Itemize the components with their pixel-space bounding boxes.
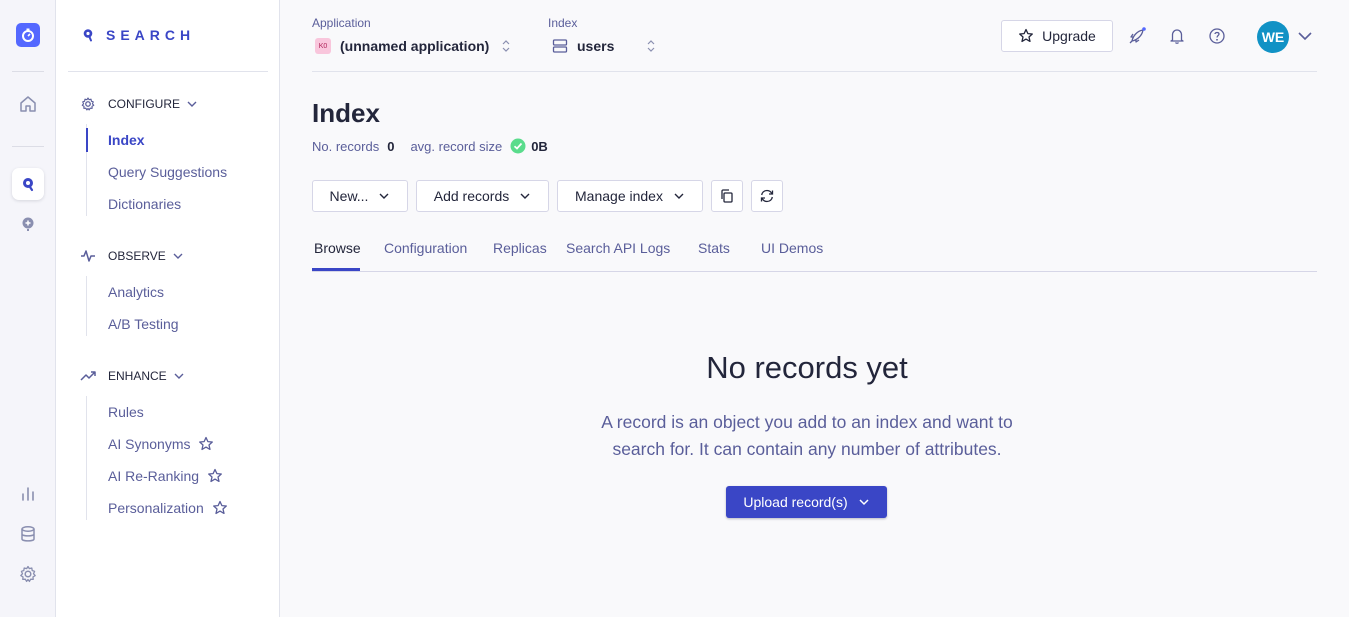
tab-browse[interactable]: Browse <box>314 240 361 256</box>
rail-divider <box>12 71 44 72</box>
tab-ui-demos[interactable]: UI Demos <box>761 240 823 256</box>
trend-icon <box>80 368 96 384</box>
star-icon <box>1019 28 1034 43</box>
sidebar-divider <box>68 71 268 72</box>
main-content: Application K0 (unnamed application) Ind… <box>280 0 1349 617</box>
sidebar-item-index[interactable]: Index <box>108 132 145 148</box>
refresh-button[interactable] <box>751 180 783 212</box>
nav-guide-line <box>86 276 87 336</box>
section-title: ENHANCE <box>108 369 167 383</box>
secondary-sidebar: SEARCH CONFIGURE Index Query Suggestions… <box>56 0 280 617</box>
search-brand-icon <box>83 29 93 42</box>
settings-icon[interactable] <box>16 562 40 586</box>
application-label: Application <box>312 16 371 30</box>
empty-state-description: A record is an object you add to an inde… <box>601 412 1013 459</box>
sidebar-item-query-suggestions[interactable]: Query Suggestions <box>108 164 227 180</box>
avatar[interactable]: WE <box>1257 21 1289 53</box>
check-circle-icon <box>510 138 526 154</box>
pulse-icon <box>80 248 96 264</box>
copy-icon <box>721 189 733 203</box>
header-divider <box>312 71 1317 72</box>
tab-configuration[interactable]: Configuration <box>384 240 467 256</box>
application-name: (unnamed application) <box>340 38 490 54</box>
chevron-down-icon <box>520 193 530 199</box>
section-enhance[interactable]: ENHANCE <box>80 368 185 384</box>
updown-chevron-icon <box>501 38 511 54</box>
manage-index-button[interactable]: Manage index <box>557 180 703 212</box>
record-size-label: avg. record size <box>410 138 503 154</box>
search-product-icon[interactable] <box>12 168 44 200</box>
tab-search-api-logs[interactable]: Search API Logs <box>566 240 670 256</box>
new-label: New... <box>329 188 369 204</box>
sidebar-item-personalization[interactable]: Personalization <box>108 500 228 516</box>
updown-chevron-icon <box>646 38 656 54</box>
records-label: No. records <box>312 138 380 154</box>
add-records-label: Add records <box>433 188 510 204</box>
copy-button[interactable] <box>711 180 743 212</box>
index-selector[interactable]: users <box>552 38 656 54</box>
index-name: users <box>577 38 615 54</box>
upload-label: Upload record(s) <box>743 494 848 510</box>
chevron-down-icon <box>859 499 869 506</box>
upload-records-button[interactable]: Upload record(s) <box>726 486 887 518</box>
section-title: CONFIGURE <box>108 97 180 111</box>
section-title: OBSERVE <box>108 249 166 263</box>
manage-index-label: Manage index <box>575 188 663 204</box>
chevron-down-icon <box>173 370 185 382</box>
new-button[interactable]: New... <box>312 180 408 212</box>
rail-divider <box>12 146 44 147</box>
sidebar-item-label: Personalization <box>108 500 204 516</box>
chevron-down-icon <box>379 193 389 199</box>
empty-state-title: No records yet <box>706 350 908 385</box>
brand-name: SEARCH <box>106 27 196 43</box>
section-observe[interactable]: OBSERVE <box>80 248 184 264</box>
help-icon[interactable] <box>1207 26 1227 46</box>
sidebar-item-label: AI Synonyms <box>108 436 191 452</box>
sidebar-item-ai-synonyms[interactable]: AI Synonyms <box>108 436 214 452</box>
star-icon <box>207 468 223 484</box>
sidebar-item-ab-testing[interactable]: A/B Testing <box>108 316 179 332</box>
left-rail <box>0 0 56 617</box>
app-logo-icon[interactable] <box>16 23 40 47</box>
recommend-icon[interactable] <box>16 212 40 236</box>
index-tabs: Browse Configuration Replicas Search API… <box>312 240 1317 272</box>
sidebar-item-rules[interactable]: Rules <box>108 404 144 420</box>
active-tab-indicator <box>312 268 360 271</box>
chevron-down-icon[interactable] <box>1297 29 1313 48</box>
record-size-value: 0B <box>531 138 548 154</box>
records-value: 0 <box>387 138 395 154</box>
add-records-button[interactable]: Add records <box>416 180 549 212</box>
application-selector[interactable]: K0 (unnamed application) <box>315 38 511 54</box>
page-title: Index <box>312 98 380 128</box>
brand[interactable]: SEARCH <box>82 27 195 43</box>
gear-icon <box>80 96 96 112</box>
refresh-icon <box>760 189 774 203</box>
sidebar-item-ai-re-ranking[interactable]: AI Re-Ranking <box>108 468 223 484</box>
sidebar-item-label: AI Re-Ranking <box>108 468 200 484</box>
chevron-down-icon <box>172 250 184 262</box>
data-sources-icon[interactable] <box>16 522 40 546</box>
tab-stats[interactable]: Stats <box>698 240 730 256</box>
chevron-down-icon <box>186 98 198 110</box>
active-indicator <box>86 128 88 152</box>
index-stats: No. records 0 avg. record size 0B <box>312 138 548 154</box>
star-icon <box>212 500 228 516</box>
section-configure[interactable]: CONFIGURE <box>80 96 198 112</box>
home-icon[interactable] <box>16 92 40 116</box>
application-badge: K0 <box>315 38 331 54</box>
tab-replicas[interactable]: Replicas <box>493 240 547 256</box>
sidebar-item-dictionaries[interactable]: Dictionaries <box>108 196 181 212</box>
upgrade-button[interactable]: Upgrade <box>1001 20 1113 52</box>
index-label: Index <box>548 16 578 30</box>
star-icon <box>198 436 214 452</box>
rocket-icon[interactable] <box>1127 26 1147 46</box>
upgrade-label: Upgrade <box>1042 28 1096 44</box>
server-icon <box>552 38 568 54</box>
analytics-icon[interactable] <box>16 482 40 506</box>
nav-guide-line <box>86 396 87 520</box>
chevron-down-icon <box>674 193 684 199</box>
sidebar-item-analytics[interactable]: Analytics <box>108 284 164 300</box>
bell-icon[interactable] <box>1167 26 1187 46</box>
